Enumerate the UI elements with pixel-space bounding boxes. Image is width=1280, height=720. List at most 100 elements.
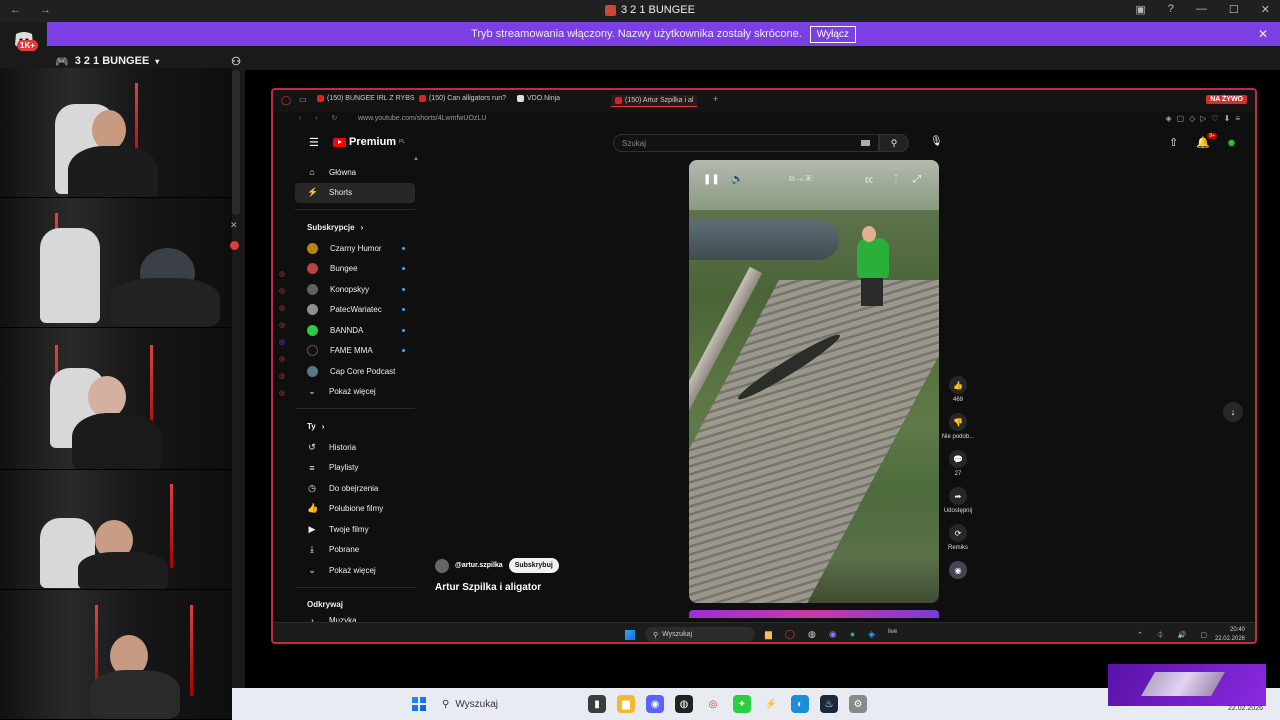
edge-icon[interactable]: ◐	[791, 695, 809, 713]
steam-icon[interactable]: ♨	[820, 695, 838, 713]
help-icon[interactable]: ?	[1168, 3, 1174, 16]
avatar[interactable]	[435, 558, 449, 573]
close-icon[interactable]: ✕	[230, 220, 238, 231]
streamlabs-icon[interactable]: ⚡	[762, 695, 780, 713]
video-tile[interactable]	[0, 68, 232, 198]
subscription-item[interactable]: Cap Core Podcast	[295, 361, 415, 382]
captions-icon[interactable]: ㏄	[865, 174, 873, 185]
grid-scrollbar[interactable]	[232, 70, 240, 215]
subscription-item[interactable]: FAME MMA	[295, 341, 415, 362]
system-tray-icons[interactable]: ⌃ ⏀ 🔊 ▢	[1137, 630, 1213, 640]
sidebar-app-icon[interactable]: ◎	[279, 270, 291, 278]
sidebar-app-icon[interactable]: ◎	[279, 355, 291, 363]
subscription-item[interactable]: Czarny Humor	[295, 238, 415, 259]
subscription-item[interactable]: Bungee	[295, 259, 415, 280]
taskbar-search-box[interactable]: ⚲ Wyszukaj	[436, 694, 586, 714]
thumbs-down-icon[interactable]: 👎	[949, 413, 967, 431]
subscription-item[interactable]: BANNDA	[295, 320, 415, 341]
sidebar-app-icon[interactable]: ◎	[279, 321, 291, 329]
guide-item-history[interactable]: ↺ Historia	[295, 437, 415, 458]
add-user-icon[interactable]: ⚇	[231, 55, 241, 68]
spotify-icon[interactable]: ●	[850, 629, 855, 640]
chrome-icon[interactable]: ◎	[704, 695, 722, 713]
next-short-button[interactable]: ↓	[1223, 402, 1243, 422]
sidebar-app-icon[interactable]: ◎	[279, 287, 291, 295]
remote-search-box[interactable]: ⚲ Wyszukaj	[645, 627, 755, 642]
video-tile[interactable]	[0, 470, 232, 590]
avatar[interactable]: ◉	[949, 561, 967, 579]
channel-avatar-action[interactable]: ◉	[941, 561, 975, 579]
show-more-button[interactable]: ⌄ Pokaż więcej	[295, 382, 415, 403]
shorts-video-player[interactable]: ❚❚ 🔈 ⧉ ⇥ ▣ ㏄ ⋮ ⤢	[689, 160, 939, 603]
sidebar-app-icon[interactable]: ◎	[279, 389, 291, 397]
bell-icon[interactable]: 🔔 9+	[1196, 133, 1218, 149]
windows-start-icon[interactable]	[412, 697, 426, 711]
guide-item-playlists[interactable]: ≡ Playlisty	[295, 458, 415, 479]
search-input[interactable]: Szukaj	[613, 134, 879, 152]
maximize-button[interactable]: ☐	[1229, 3, 1239, 16]
avatar[interactable]: ◉	[1228, 138, 1235, 147]
comment-icon[interactable]: 💬	[949, 450, 967, 468]
discord-icon[interactable]: ◉	[829, 629, 837, 640]
guide-item-shorts[interactable]: ⚡ Shorts	[295, 182, 415, 203]
remix-icon[interactable]: ⟳	[949, 524, 967, 542]
volume-icon[interactable]: 🔈	[731, 174, 743, 185]
guide-item-downloads[interactable]: ⤓ Pobrane	[295, 540, 415, 561]
video-tile[interactable]	[0, 328, 232, 470]
url-text[interactable]: www.youtube.com/shorts/4LwmfwUOzLU	[358, 115, 486, 122]
app-icon[interactable]: ◍	[808, 629, 816, 640]
next-short-preview[interactable]	[689, 610, 939, 618]
guide-item-home[interactable]: ⌂ Główna	[295, 162, 415, 183]
thumbs-up-icon[interactable]: 👍	[949, 376, 967, 394]
keyboard-icon[interactable]	[861, 140, 870, 146]
guide-item-your-videos[interactable]: ▶ Twoje filmy	[295, 519, 415, 540]
browser-tab[interactable]: VDO.Ninja	[517, 95, 560, 102]
screenshare-icon[interactable]: ▣	[1135, 3, 1145, 16]
folder-icon[interactable]: ▆	[765, 629, 772, 640]
browser-tab[interactable]: (150) Can alligators run?	[419, 95, 506, 102]
sidebar-app-icon[interactable]: ◎	[279, 338, 291, 346]
menu-icon[interactable]: ☰	[309, 136, 319, 149]
you-header[interactable]: Ty ›	[295, 415, 415, 437]
like-action[interactable]: 👍 469	[941, 376, 975, 403]
video-tile[interactable]	[0, 590, 232, 720]
task-view-icon[interactable]: ▮	[588, 695, 606, 713]
app-icon[interactable]: ◈	[868, 629, 875, 640]
dislike-action[interactable]: 👎 Nie podob...	[941, 413, 975, 440]
guide-item-watch-later[interactable]: ◷ Do obejrzenia	[295, 478, 415, 499]
windows-start-icon[interactable]	[625, 630, 635, 640]
browser-tab[interactable]: (150) BUNGEE IRL Z RYBS	[317, 95, 415, 102]
video-tile[interactable]	[0, 198, 232, 328]
subscribe-button[interactable]: Subskrybuj	[508, 558, 559, 573]
obs-icon[interactable]: ◍	[675, 695, 693, 713]
address-bar[interactable]: ‹ › ↻ www.youtube.com/shorts/4LwmfwUOzLU…	[273, 112, 1255, 126]
short-title[interactable]: Artur Szpilka i aligator	[435, 582, 541, 593]
extension-icons[interactable]: ◈▢◇▷♡⬇≡	[1165, 114, 1245, 123]
fullscreen-icon[interactable]: ⤢	[913, 174, 921, 185]
subscriptions-header[interactable]: Subskrypcje ›	[295, 216, 415, 238]
microphone-icon[interactable]: 🎙	[930, 136, 943, 147]
tabs-icon[interactable]: ▭	[299, 95, 307, 104]
discord-icon[interactable]: ◉	[646, 695, 664, 713]
disable-streamer-mode-button[interactable]: Wyłącz	[809, 25, 856, 43]
youtube-logo[interactable]: Premium PL	[333, 136, 405, 148]
sidebar-app-icon[interactable]: ◎	[279, 372, 291, 380]
app-icon[interactable]: live	[888, 629, 897, 640]
remix-action[interactable]: ⟳ Remiks	[941, 524, 975, 551]
opera-icon[interactable]: ◯	[281, 95, 291, 106]
channel-handle[interactable]: @artur.szpilka	[455, 562, 503, 569]
search-button[interactable]: ⚲	[879, 134, 909, 152]
nav-arrows-icon[interactable]: ‹ › ↻	[299, 114, 343, 122]
share-icon[interactable]: ➦	[949, 487, 967, 505]
close-button[interactable]: ✕	[1261, 3, 1270, 16]
new-tab-icon[interactable]: +	[713, 94, 718, 104]
app-icon[interactable]: ✦	[733, 695, 751, 713]
sidebar-app-icon[interactable]: ◎	[279, 304, 291, 312]
close-icon[interactable]: ✕	[1258, 27, 1268, 41]
share-action[interactable]: ➦ Udostępnij	[941, 487, 975, 514]
settings-icon[interactable]: ⚙	[849, 695, 867, 713]
subscription-item[interactable]: PatecWariatec	[295, 300, 415, 321]
minimize-button[interactable]: —	[1196, 3, 1207, 16]
folder-icon[interactable]: ▆	[617, 695, 635, 713]
comment-action[interactable]: 💬 27	[941, 450, 975, 477]
